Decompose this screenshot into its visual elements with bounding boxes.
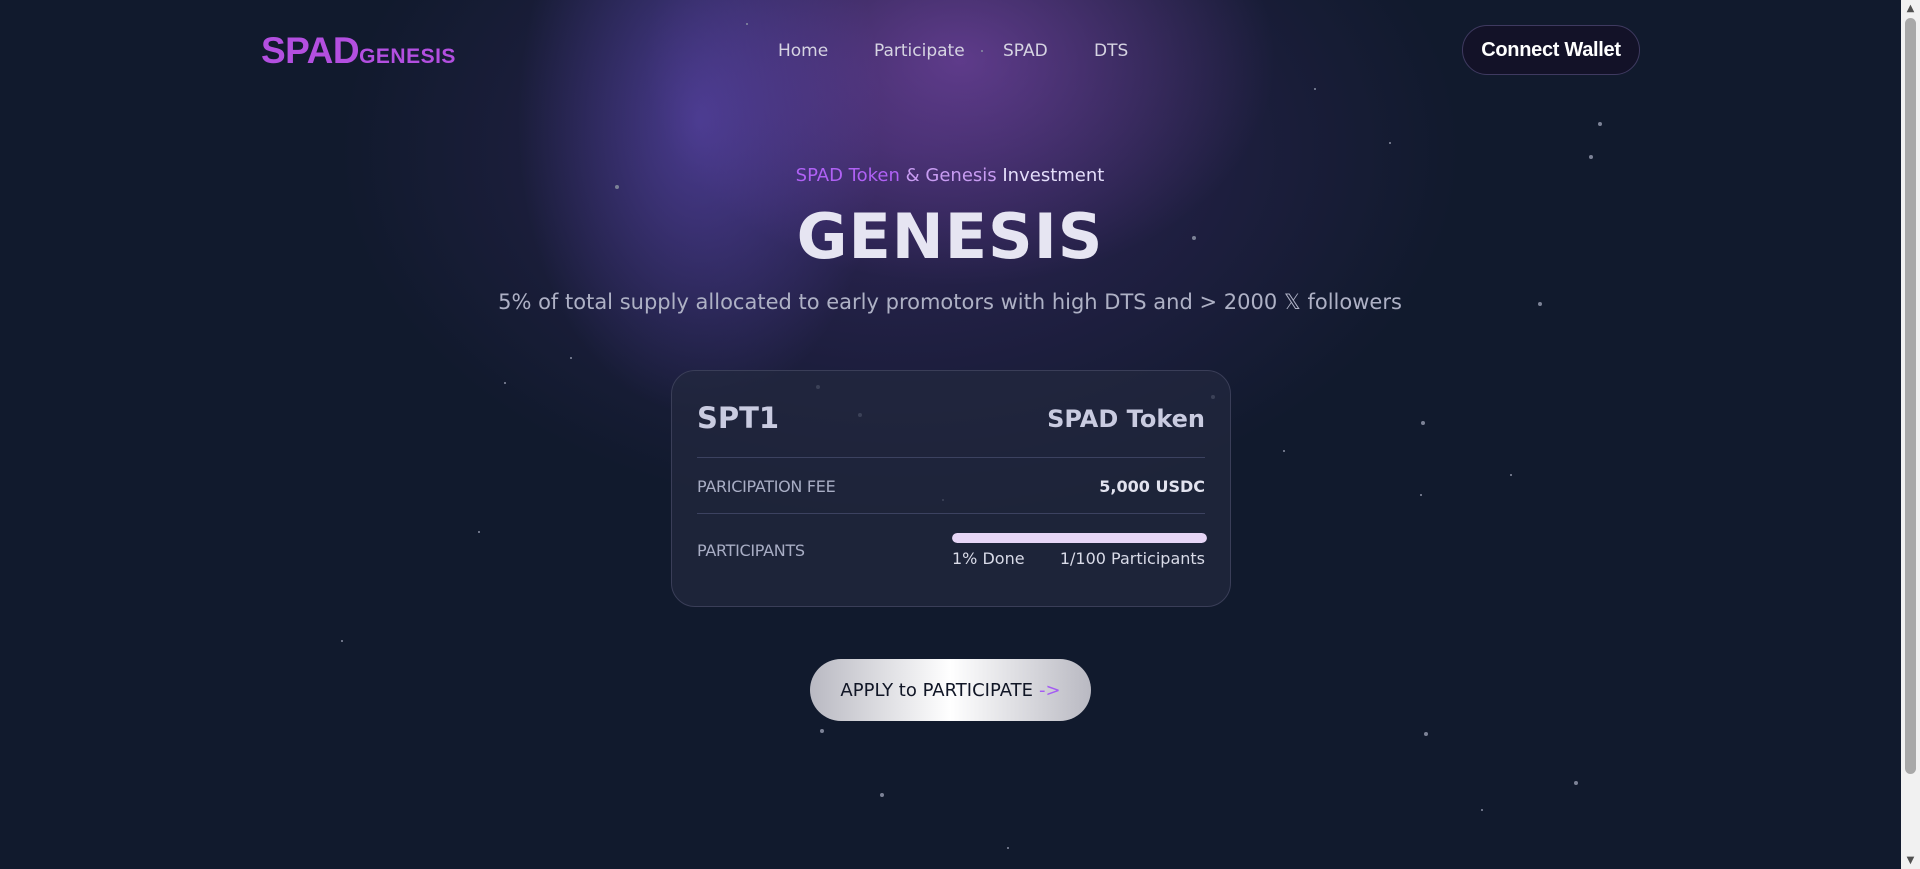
hero-kicker: SPAD Token & Genesis Investment [0,165,1900,186]
scroll-up-arrow-icon[interactable]: ▲ [1901,0,1920,17]
card-token: SPAD Token [1047,405,1205,433]
progress-fill [952,533,1207,543]
fee-label: PARICIPATION FEE [697,477,836,496]
kicker-token: SPAD Token [795,165,900,186]
star-decoration [570,357,572,359]
star-decoration [981,50,983,52]
nav-link-dts[interactable]: DTS [1094,41,1128,61]
nav-link-home[interactable]: Home [778,41,828,61]
nav-link-spad[interactable]: SPAD [1003,41,1048,61]
arrow-right-icon: -> [1038,679,1061,701]
star-decoration [1589,155,1593,159]
star-decoration [1424,732,1428,736]
nav-link-participate[interactable]: Participate [874,41,965,61]
star-decoration [504,382,506,384]
scroll-down-arrow-icon[interactable]: ▼ [1901,852,1920,869]
vertical-scrollbar[interactable]: ▲ ▼ [1901,0,1920,869]
card-divider [697,457,1205,458]
scrollbar-thumb[interactable] [1905,18,1916,774]
fee-value: 5,000 USDC [1099,477,1205,496]
hero-subtitle: 5% of total supply allocated to early pr… [498,290,1402,314]
participants-progress-bar [952,533,1207,543]
star-decoration [1574,781,1578,785]
star-decoration [1420,494,1422,496]
star-decoration [1598,122,1602,126]
participants-count: 1/100 Participants [1059,549,1205,568]
kicker-investment: Investment [996,165,1105,186]
participants-label: PARTICIPANTS [697,541,805,560]
logo-main-text: SPAD [261,30,360,71]
genesis-card: SPT1 SPAD Token PARICIPATION FEE 5,000 U… [671,370,1231,607]
star-decoration [1481,809,1483,811]
logo-sub-text: GENESIS [359,45,456,68]
star-decoration [1007,847,1009,849]
star-decoration [1314,88,1316,90]
card-divider [697,513,1205,514]
card-name: SPT1 [697,401,780,435]
star-decoration [880,793,884,797]
apply-participate-button[interactable]: APPLY to PARTICIPATE -> [810,659,1091,721]
star-decoration [820,729,824,733]
page: SPADGENESIS Home Participate SPAD DTS Co… [0,0,1920,869]
apply-button-label: APPLY to PARTICIPATE [840,679,1033,701]
star-decoration [1510,474,1512,476]
star-decoration [1421,421,1425,425]
page-title: GENESIS [796,200,1104,273]
logo[interactable]: SPADGENESIS [261,30,456,72]
star-decoration [746,23,748,25]
star-decoration [1389,142,1391,144]
progress-text: 1% Done [952,549,1025,568]
star-decoration [341,640,343,642]
star-decoration [1283,450,1285,452]
kicker-genesis: & Genesis [899,165,997,186]
connect-wallet-button[interactable]: Connect Wallet [1462,25,1640,75]
star-decoration [478,531,480,533]
